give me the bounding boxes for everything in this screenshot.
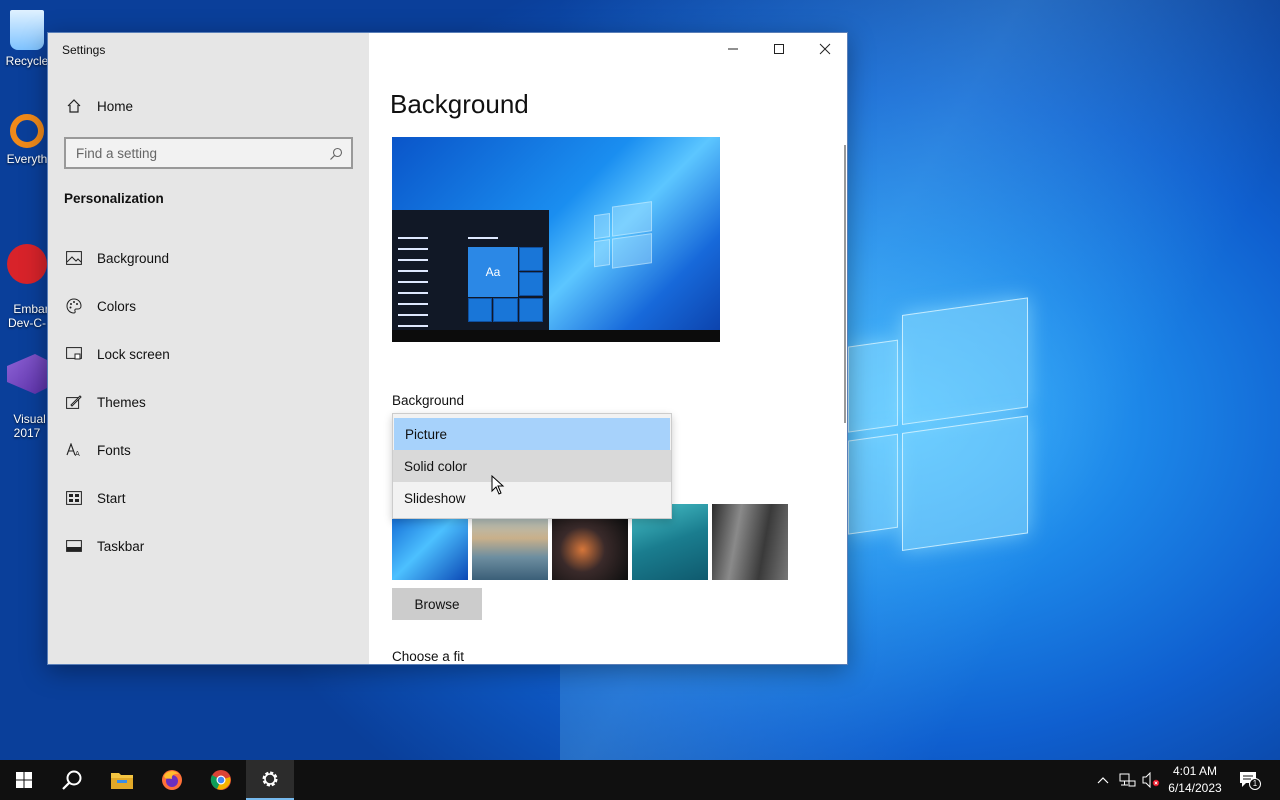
dropdown-option-solid-color[interactable]: Solid color (393, 450, 671, 482)
taskbar-clock[interactable]: 4:01 AM 6/14/2023 (1160, 763, 1230, 797)
firefox-icon (162, 770, 182, 790)
desktop-icon-label: Recycle (5, 54, 49, 68)
volume-muted-icon (1142, 772, 1160, 788)
themes-icon (65, 393, 83, 411)
settings-window: Settings Home Personalization Background (47, 32, 848, 665)
show-hidden-icons-button[interactable] (1094, 760, 1112, 800)
section-heading: Personalization (64, 191, 164, 206)
search-box (64, 137, 353, 169)
sidebar-item-colors[interactable]: Colors (48, 286, 369, 326)
clock-time: 4:01 AM (1172, 764, 1218, 778)
main-content: Background Aa Background Picture Solid c… (369, 33, 847, 664)
search-input[interactable] (66, 139, 316, 167)
desktop-icon-dev-cpp[interactable]: Embarca Dev-C- (0, 216, 61, 344)
sidebar-item-background[interactable]: Background (48, 238, 369, 278)
palette-icon (65, 297, 83, 315)
preview-windows-logo (594, 201, 654, 271)
mouse-cursor-icon (491, 475, 505, 495)
recent-image-thumb[interactable] (712, 504, 788, 580)
sidebar-item-lock-screen[interactable]: Lock screen (48, 334, 369, 374)
browse-button[interactable]: Browse (392, 588, 482, 620)
background-label: Background (392, 393, 465, 408)
window-title: Settings (62, 43, 106, 57)
choose-fit-label: Choose a fit (392, 649, 465, 664)
visual-studio-icon (7, 354, 47, 394)
taskbar-settings[interactable] (246, 760, 294, 800)
sidebar-item-label: Taskbar (97, 538, 145, 554)
preview-menu-lines (398, 237, 428, 336)
clock-date: 6/14/2023 (1168, 781, 1222, 795)
network-tray-button[interactable] (1116, 760, 1138, 800)
background-preview: Aa (392, 137, 720, 342)
taskbar-chrome[interactable] (197, 760, 245, 800)
fonts-icon: A (65, 441, 83, 459)
windows-logo-wallpaper (848, 297, 1028, 558)
search-icon (62, 770, 82, 790)
network-icon (1119, 773, 1136, 787)
desktop-icon-recycle-bin[interactable]: Recycle (0, 10, 54, 68)
preview-taskbar (392, 330, 720, 342)
sidebar-item-taskbar[interactable]: Taskbar (48, 526, 369, 566)
sidebar-item-label: Background (97, 250, 170, 266)
sidebar-item-label: Start (97, 490, 126, 506)
sidebar-item-home[interactable]: Home (48, 86, 369, 126)
taskbar-icon (65, 537, 83, 555)
scrollbar[interactable] (844, 145, 846, 423)
sidebar-item-label: Lock screen (97, 346, 170, 362)
chevron-up-icon (1097, 777, 1109, 784)
action-center-button[interactable]: 1 (1234, 760, 1264, 800)
sidebar-item-themes[interactable]: Themes (48, 382, 369, 422)
taskbar-search-button[interactable] (48, 760, 96, 800)
background-type-dropdown[interactable]: Picture Solid color Slideshow (392, 413, 672, 519)
volume-tray-button[interactable] (1140, 760, 1162, 800)
start-icon (65, 489, 83, 507)
sidebar-item-fonts[interactable]: A Fonts (48, 430, 369, 470)
taskbar: 4:01 AM 6/14/2023 1 (0, 760, 1280, 800)
taskbar-file-explorer[interactable] (98, 760, 146, 800)
desktop-icon-label: Everyth (6, 152, 48, 166)
folder-icon (111, 773, 133, 789)
notification-count-badge: 1 (1249, 778, 1261, 790)
dropdown-option-picture[interactable]: Picture (394, 418, 670, 450)
page-title: Background (390, 89, 529, 119)
dev-cpp-icon (7, 244, 47, 284)
start-button[interactable] (0, 760, 48, 800)
sidebar-item-label: Colors (97, 298, 137, 314)
desktop-icon-everything[interactable]: Everyth (0, 114, 54, 166)
sidebar-item-label: Themes (97, 394, 146, 410)
sidebar-item-label: Home (97, 98, 134, 114)
windows-start-icon (16, 772, 32, 788)
desktop-icon-visual-studio[interactable]: Visual St 2017 (0, 326, 60, 454)
chrome-icon (210, 770, 231, 790)
sidebar-item-label: Fonts (97, 442, 131, 458)
preview-tile: Aa (468, 247, 518, 297)
lock-screen-icon (65, 345, 83, 363)
recycle-bin-icon (10, 10, 44, 50)
gear-icon (262, 771, 278, 787)
picture-icon (65, 249, 83, 267)
dropdown-option-slideshow[interactable]: Slideshow (393, 482, 671, 514)
home-icon (65, 97, 83, 115)
sidebar-item-start[interactable]: Start (48, 478, 369, 518)
everything-search-icon (10, 114, 44, 148)
svg-text:A: A (75, 450, 80, 457)
search-icon[interactable] (329, 146, 343, 165)
taskbar-firefox[interactable] (148, 760, 196, 800)
sidebar: Settings Home Personalization Background (48, 33, 369, 664)
